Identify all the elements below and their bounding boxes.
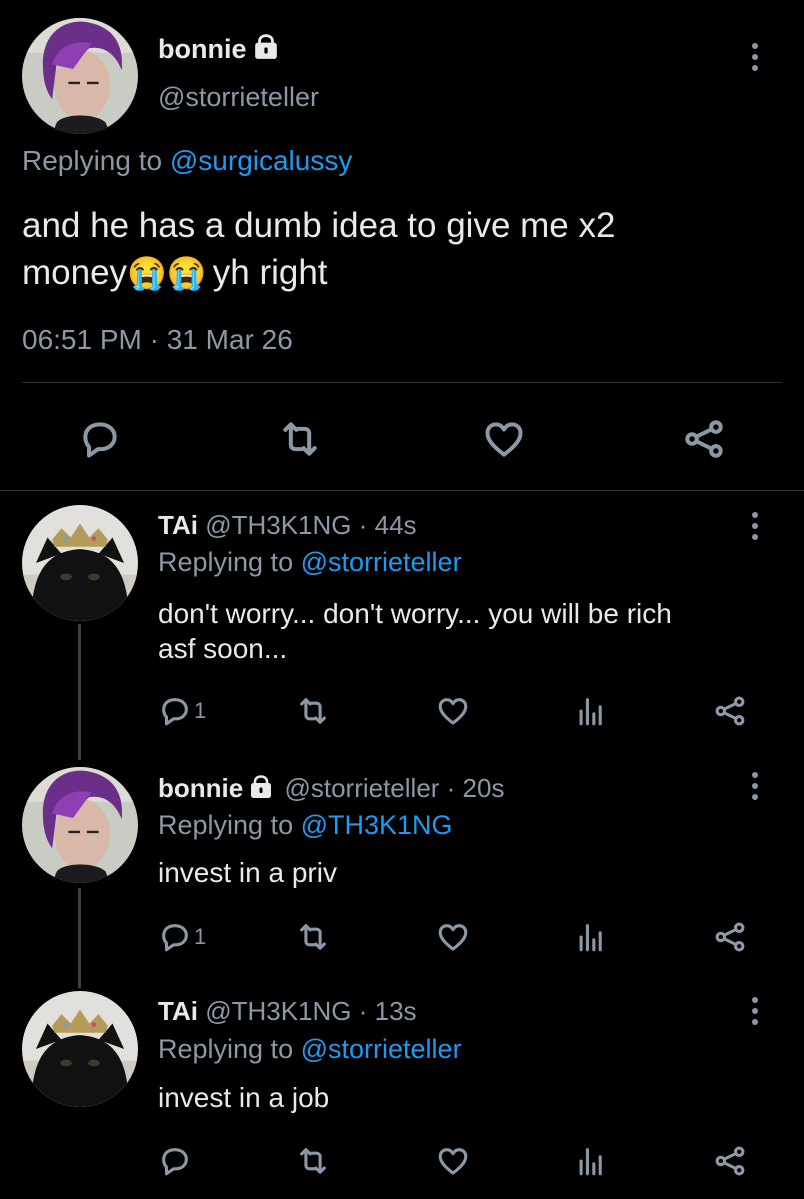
- lock-icon: [253, 34, 279, 60]
- tweet-text: invest in a job: [158, 1082, 330, 1113]
- like-button[interactable]: [436, 1144, 470, 1178]
- replying-to-link[interactable]: @storrieteller: [301, 547, 462, 577]
- tweet-text: don't worry... don't worry... you will b…: [158, 598, 672, 664]
- display-name[interactable]: bonnie: [158, 773, 243, 803]
- reply-button[interactable]: [158, 1144, 194, 1178]
- more-icon[interactable]: [750, 772, 760, 805]
- share-button[interactable]: [682, 417, 726, 461]
- avatar-image: [22, 991, 138, 1107]
- retweet-button[interactable]: [296, 694, 330, 728]
- share-button[interactable]: [713, 1144, 747, 1178]
- handle[interactable]: @TH3K1NG: [205, 996, 351, 1026]
- display-name[interactable]: TAi: [158, 510, 198, 540]
- retweet-icon: [296, 920, 330, 954]
- like-button[interactable]: [436, 694, 470, 728]
- author-name-row[interactable]: bonnie: [158, 34, 279, 65]
- display-name[interactable]: TAi: [158, 996, 198, 1026]
- more-icon[interactable]: [750, 43, 760, 76]
- divider: [0, 490, 804, 491]
- avatar[interactable]: [22, 505, 138, 621]
- thread-line: [78, 624, 81, 760]
- tweet-text: and he has a dumb idea to give me x2 mon…: [22, 202, 615, 297]
- share-button[interactable]: [713, 694, 747, 728]
- replying-to-line: Replying to @storrieteller: [158, 1034, 462, 1064]
- analytics-button[interactable]: [574, 920, 608, 954]
- author-row: TAi @TH3K1NG · 44s: [158, 510, 417, 541]
- avatar[interactable]: [22, 18, 138, 134]
- reply-icon: [78, 417, 122, 461]
- retweet-button[interactable]: [296, 920, 330, 954]
- replying-to-line: Replying to @TH3K1NG: [158, 810, 453, 840]
- handle[interactable]: @storrieteller: [284, 773, 439, 803]
- reply-icon: [158, 1144, 192, 1178]
- timestamp[interactable]: 06:51 PM · 31 Mar 26: [22, 324, 293, 356]
- reply-button[interactable]: 1: [158, 920, 206, 954]
- tweet-text-line: and he has a dumb idea to give me x2: [22, 206, 616, 245]
- avatar-image: [22, 18, 138, 134]
- replying-to-line: Replying to @surgicalussy: [22, 145, 352, 177]
- lock-icon: [249, 775, 273, 799]
- avatar-image: [22, 767, 138, 883]
- share-icon: [713, 694, 747, 728]
- analytics-button[interactable]: [574, 1144, 608, 1178]
- avatar[interactable]: [22, 767, 138, 883]
- like-icon: [482, 417, 526, 461]
- avatar[interactable]: [22, 991, 138, 1107]
- replying-to-line: Replying to @storrieteller: [158, 547, 462, 577]
- share-icon: [713, 920, 747, 954]
- author-row: bonnie @storrieteller · 20s: [158, 773, 504, 804]
- like-button[interactable]: [482, 417, 526, 461]
- share-icon: [682, 417, 726, 461]
- retweet-icon: [296, 694, 330, 728]
- share-button[interactable]: [713, 920, 747, 954]
- share-icon: [713, 1144, 747, 1178]
- replying-to-link[interactable]: @TH3K1NG: [301, 810, 453, 840]
- reply-icon: [158, 920, 192, 954]
- time[interactable]: · 44s: [359, 510, 417, 540]
- tweet-text-line: money😭😭 yh right: [22, 253, 328, 292]
- tweet-text: invest in a priv: [158, 857, 337, 888]
- analytics-icon: [574, 920, 608, 954]
- retweet-button[interactable]: [296, 1144, 330, 1178]
- reply-count: 1: [194, 698, 207, 723]
- analytics-button[interactable]: [574, 694, 608, 728]
- retweet-icon: [296, 1144, 330, 1178]
- reply-button[interactable]: 1: [158, 694, 206, 728]
- like-icon: [436, 1144, 470, 1178]
- author-row: TAi @TH3K1NG · 13s: [158, 996, 417, 1027]
- crying-emoji: 😭😭: [127, 255, 207, 291]
- handle[interactable]: @storrieteller: [158, 82, 319, 113]
- analytics-icon: [574, 1144, 608, 1178]
- reply-icon: [158, 694, 192, 728]
- display-name[interactable]: bonnie: [158, 34, 247, 64]
- handle[interactable]: @TH3K1NG: [205, 510, 351, 540]
- replying-to-link[interactable]: @surgicalussy: [170, 145, 352, 176]
- time[interactable]: · 20s: [447, 773, 505, 803]
- avatar-image: [22, 505, 138, 621]
- time[interactable]: · 13s: [359, 996, 417, 1026]
- divider: [22, 382, 782, 383]
- replying-to-link[interactable]: @storrieteller: [301, 1034, 462, 1064]
- analytics-icon: [574, 694, 608, 728]
- retweet-button[interactable]: [278, 417, 322, 461]
- like-button[interactable]: [436, 920, 470, 954]
- retweet-icon: [278, 417, 322, 461]
- reply-button[interactable]: [78, 417, 122, 461]
- reply-count: 1: [194, 924, 207, 949]
- replying-prefix: Replying to: [22, 145, 163, 176]
- more-icon[interactable]: [750, 512, 760, 545]
- thread-line: [78, 888, 81, 988]
- like-icon: [436, 694, 470, 728]
- like-icon: [436, 920, 470, 954]
- more-icon[interactable]: [750, 997, 760, 1030]
